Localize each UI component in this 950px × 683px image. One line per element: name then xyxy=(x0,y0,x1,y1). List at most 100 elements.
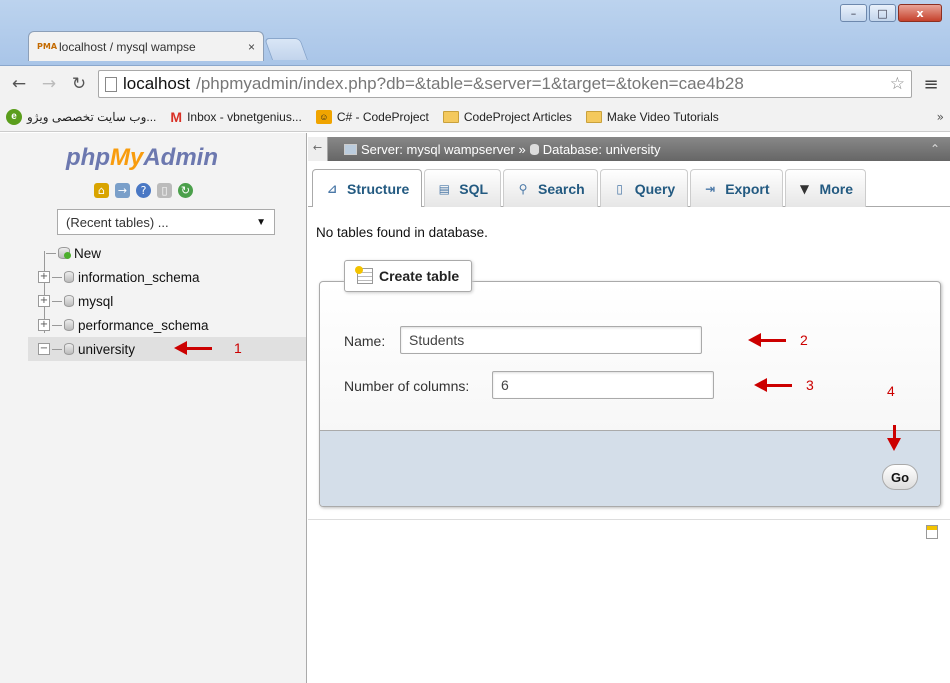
expand-plus-icon[interactable]: + xyxy=(38,295,50,307)
tree-item-label: mysql xyxy=(78,293,114,309)
structure-icon: ⊿ xyxy=(326,181,338,196)
tab-structure[interactable]: ⊿ Structure xyxy=(312,169,423,207)
new-tab-button[interactable] xyxy=(263,38,309,60)
export-icon: ⇥ xyxy=(705,181,716,196)
no-tables-message: No tables found in database. xyxy=(316,225,488,240)
reload-icon[interactable]: ↻ xyxy=(68,73,90,95)
new-database-icon xyxy=(58,247,71,259)
back-arrow-icon[interactable]: ← xyxy=(8,73,30,95)
breadcrumb-trail: Server: mysql wampserver » Database: uni… xyxy=(328,142,661,157)
tree-item-university[interactable]: − university xyxy=(28,337,306,361)
tree-connector xyxy=(46,252,56,254)
bookmark-item[interactable]: CodeProject Articles xyxy=(442,110,572,124)
table-name-input[interactable]: Students xyxy=(400,326,702,354)
collapse-nav-icon[interactable]: ← xyxy=(308,137,328,161)
bookmark-item[interactable]: Make Video Tutorials xyxy=(585,109,719,124)
url-host: localhost xyxy=(123,74,191,93)
recent-tables-value: (Recent tables) ... xyxy=(66,214,169,230)
bookmark-item[interactable]: ☺ C# - CodeProject xyxy=(315,109,429,124)
bookmark-label: Inbox - vbnetgenius... xyxy=(187,109,302,124)
tree-item-label: university xyxy=(78,341,136,357)
console-icon[interactable] xyxy=(926,525,938,539)
number-of-columns-input[interactable]: 6 xyxy=(492,371,714,399)
annotation-number-3: 3 xyxy=(806,377,814,393)
gmail-icon: M xyxy=(170,108,183,125)
bookmark-star-icon[interactable]: ☆ xyxy=(890,74,905,94)
expand-plus-icon[interactable]: + xyxy=(38,319,50,331)
maximize-button[interactable]: □ xyxy=(869,4,896,22)
annotation-number-4: 4 xyxy=(887,383,895,399)
tab-title: localhost / mysql wampse xyxy=(59,39,196,54)
close-window-button[interactable]: x xyxy=(898,4,942,22)
database-icon xyxy=(64,343,74,355)
forward-arrow-icon[interactable]: → xyxy=(38,73,60,95)
logo-part: php xyxy=(66,144,110,171)
breadcrumb: ← Server: mysql wampserver » Database: u… xyxy=(308,137,950,161)
query-icon: ▯ xyxy=(616,181,624,196)
tab-more[interactable]: ▼ More xyxy=(784,169,866,207)
bookmark-label: وب سایت تخصصی ویژو... xyxy=(27,109,157,124)
tab-label: Query xyxy=(634,180,676,197)
scroll-top-icon[interactable]: ⌃ xyxy=(930,142,940,156)
phpmyadmin-logo[interactable]: phpMyAdmin xyxy=(66,144,218,172)
database-tree: New + information_schema + mysql + perfo… xyxy=(28,241,306,361)
database-icon xyxy=(529,143,539,155)
tab-close-icon[interactable]: × xyxy=(248,40,255,54)
tab-export[interactable]: ⇥ Export xyxy=(690,169,783,207)
logo-part: Admin xyxy=(143,144,218,171)
tree-item-mysql[interactable]: + mysql xyxy=(28,289,306,313)
bookmark-label: Make Video Tutorials xyxy=(606,109,719,124)
page-viewport: phpMyAdmin ⌂ → ? ▯ ↻ (Recent tables) ...… xyxy=(0,133,950,683)
tree-item-new[interactable]: New xyxy=(28,241,306,265)
tab-sql[interactable]: ▤ SQL xyxy=(424,169,502,207)
browser-tab[interactable]: PMA localhost / mysql wampse × xyxy=(28,31,264,61)
tree-item-label: information_schema xyxy=(78,269,200,285)
folder-icon xyxy=(585,110,602,123)
expand-plus-icon[interactable]: + xyxy=(38,271,50,283)
nav-icon-bar: ⌂ → ? ▯ ↻ xyxy=(94,183,193,198)
help-icon[interactable]: ? xyxy=(136,183,151,198)
collapse-minus-icon[interactable]: − xyxy=(38,343,50,355)
reload-nav-icon[interactable]: ↻ xyxy=(178,183,193,198)
tree-connector xyxy=(52,324,62,326)
bookmarks-overflow-button[interactable]: » xyxy=(937,110,944,124)
form-footer: Go xyxy=(320,425,940,506)
page-icon xyxy=(105,76,117,92)
bookmark-item[interactable]: e وب سایت تخصصی ویژو... xyxy=(6,108,157,125)
breadcrumb-database[interactable]: Database: university xyxy=(543,142,661,157)
divider xyxy=(308,519,950,520)
folder-icon xyxy=(442,110,459,123)
home-icon[interactable]: ⌂ xyxy=(94,183,109,198)
minimize-button[interactable]: – xyxy=(840,4,867,22)
address-bar[interactable]: localhost/phpmyadmin/index.php?db=&table… xyxy=(98,70,912,98)
main-panel: ← Server: mysql wampserver » Database: u… xyxy=(308,133,950,683)
browser-menu-icon[interactable]: ≡ xyxy=(920,74,942,95)
tab-label: More xyxy=(819,180,853,197)
more-caret-icon: ▼ xyxy=(799,181,810,196)
create-table-legend: Create table xyxy=(344,260,473,292)
tree-item-information-schema[interactable]: + information_schema xyxy=(28,265,306,289)
breadcrumb-server[interactable]: Server: mysql wampserver » xyxy=(361,142,526,157)
server-icon xyxy=(344,143,357,155)
tab-query[interactable]: ▯ Query xyxy=(599,169,689,207)
database-icon xyxy=(64,295,74,307)
docs-icon[interactable]: ▯ xyxy=(157,183,172,198)
recent-tables-select[interactable]: (Recent tables) ... ▼ xyxy=(57,209,275,235)
tree-connector xyxy=(52,348,62,350)
tree-item-performance-schema[interactable]: + performance_schema xyxy=(28,313,306,337)
url-path: /phpmyadmin/index.php?db=&table=&server=… xyxy=(196,74,744,93)
bookmark-item[interactable]: M Inbox - vbnetgenius... xyxy=(170,109,301,125)
tab-search[interactable]: ⚲ Search xyxy=(503,169,598,207)
database-icon xyxy=(64,319,74,331)
tab-label: Structure xyxy=(347,180,410,197)
tree-connector xyxy=(52,300,62,302)
annotation-arrow-1 xyxy=(174,341,212,355)
go-button[interactable]: Go xyxy=(882,464,918,490)
create-table-icon xyxy=(355,266,373,284)
database-icon xyxy=(64,271,74,283)
browser-toolbar: ← → ↻ localhost/phpmyadmin/index.php?db=… xyxy=(0,66,950,102)
name-label: Name: xyxy=(344,333,386,349)
tab-label: Export xyxy=(725,180,770,197)
legend-label: Create table xyxy=(379,268,460,284)
logout-icon[interactable]: → xyxy=(115,183,130,198)
